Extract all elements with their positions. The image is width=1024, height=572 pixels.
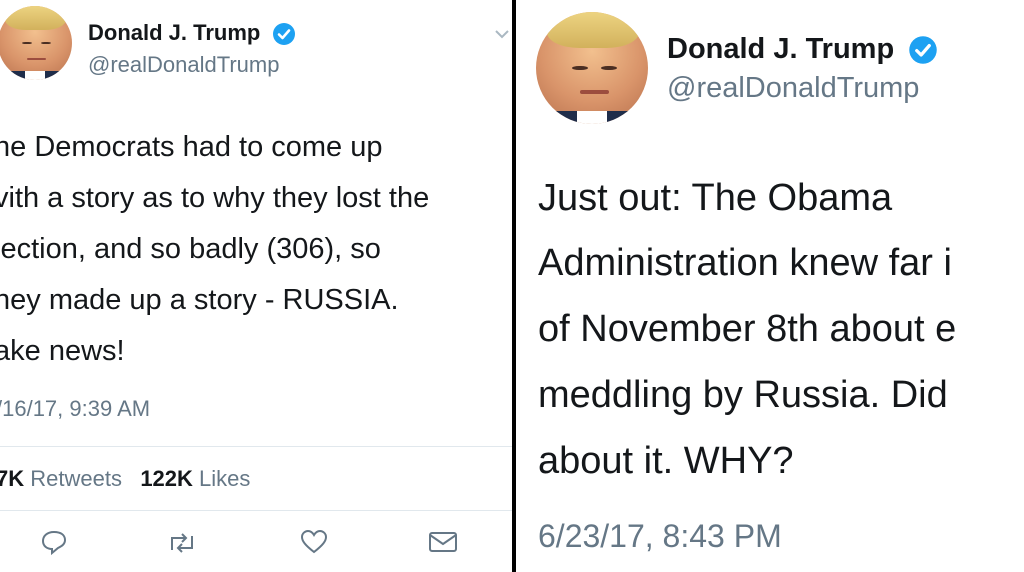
author-name[interactable]: Donald J. Trump: [667, 33, 938, 66]
engagement-stats: 7K Retweets 122K Likes: [0, 466, 250, 492]
profile-avatar[interactable]: [0, 6, 72, 80]
verified-icon: [909, 36, 937, 65]
chevron-down-icon[interactable]: [494, 28, 510, 40]
tweet-text-line-2: Administration knew far i: [538, 242, 952, 284]
author-handle[interactable]: @realDonaldTrump: [667, 72, 919, 105]
like-count[interactable]: 122K: [140, 466, 193, 491]
profile-avatar[interactable]: [536, 12, 648, 124]
tweet-text-line-1: Just out: The Obama: [538, 177, 893, 219]
retweet-label[interactable]: Retweets: [30, 466, 122, 491]
author-name-text: Donald J. Trump: [667, 33, 895, 65]
right-tweet-panel: Donald J. Trump @realDonaldTrump Just ou…: [516, 0, 1024, 572]
author-name-text: Donald J. Trump: [88, 20, 261, 45]
tweet-timestamp[interactable]: /16/17, 9:39 AM: [0, 396, 150, 422]
tweet-text-line-5: about it. WHY?: [538, 440, 794, 482]
like-label[interactable]: Likes: [199, 466, 250, 491]
tweet-text-line-4: ney made up a story - RUSSIA.: [0, 284, 399, 316]
reply-icon[interactable]: [40, 528, 68, 561]
tweet-text-line-1: he Democrats had to come up: [0, 131, 383, 163]
like-icon[interactable]: [300, 529, 328, 560]
retweet-count[interactable]: 7K: [0, 466, 24, 491]
divider: [0, 510, 512, 511]
tweet-text-line-3: of November 8th about e: [538, 308, 957, 350]
tweet-text-line-5: ake news!: [0, 335, 125, 367]
tweet-text-line-2: vith a story as to why they lost the: [0, 182, 430, 214]
tweet-timestamp[interactable]: 6/23/17, 8:43 PM: [538, 518, 782, 555]
author-name[interactable]: Donald J. Trump: [88, 20, 296, 46]
retweet-icon[interactable]: [166, 530, 198, 561]
divider: [0, 446, 512, 447]
message-icon[interactable]: [428, 530, 458, 559]
tweet-text-line-3: lection, and so badly (306), so: [0, 233, 381, 265]
left-tweet-panel: Donald J. Trump @realDonaldTrump he Demo…: [0, 0, 512, 572]
tweet-text-line-4: meddling by Russia. Did: [538, 374, 948, 416]
verified-icon: [273, 23, 296, 46]
author-handle[interactable]: @realDonaldTrump: [88, 52, 279, 78]
